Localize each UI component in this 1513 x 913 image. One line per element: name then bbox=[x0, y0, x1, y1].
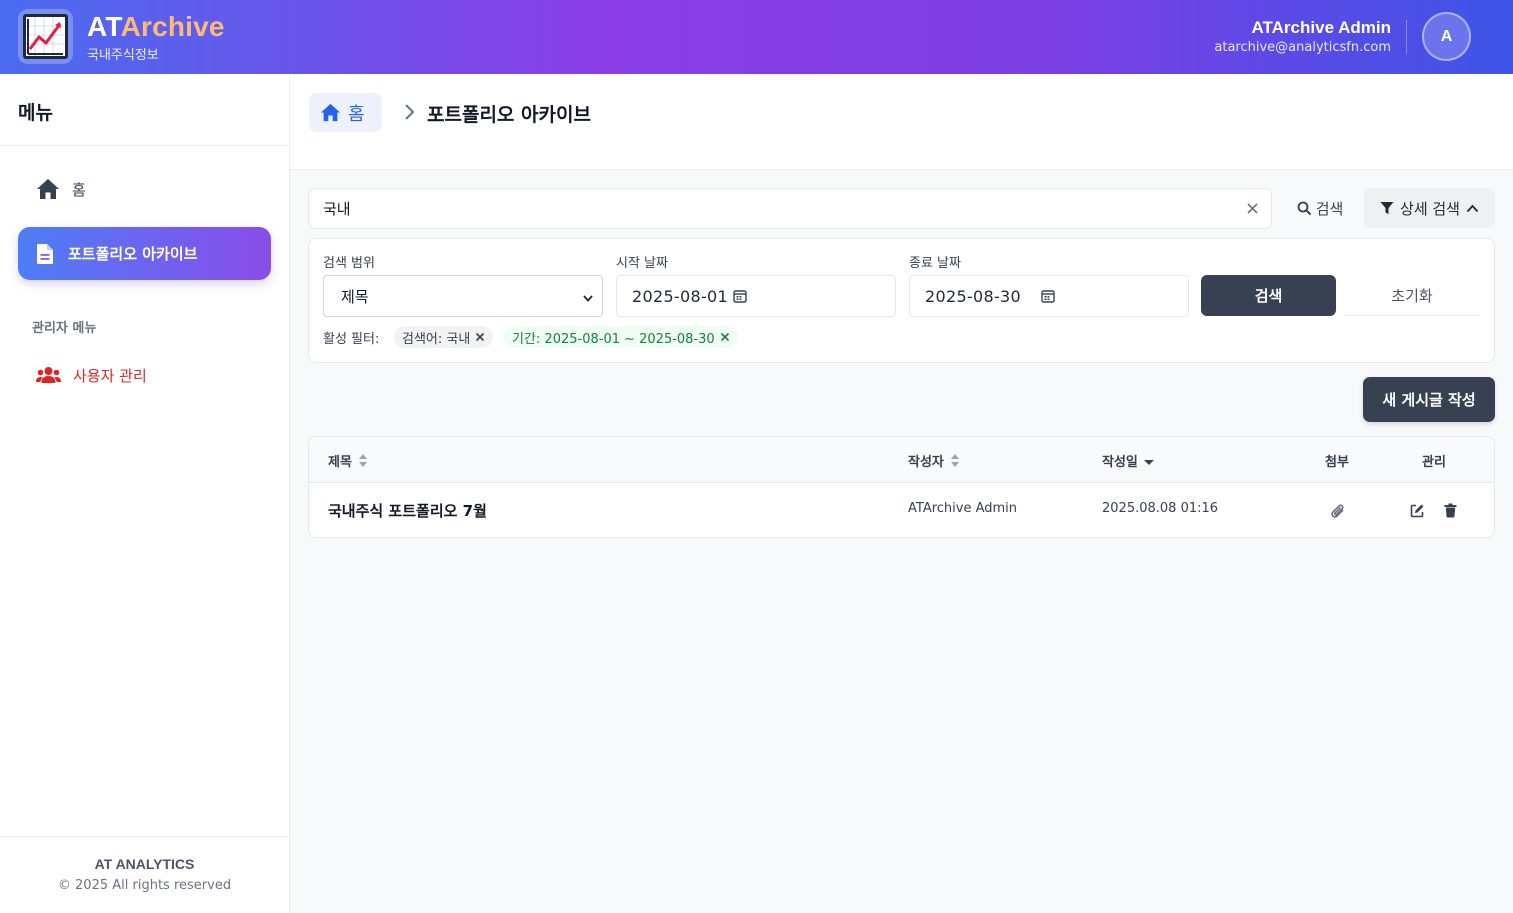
top-header: ATArchive 국내주식정보 ATArchive Admin atarchi… bbox=[0, 0, 1513, 74]
user-info: ATArchive Admin atarchive@analyticsfn.co… bbox=[1214, 18, 1391, 55]
column-header-title[interactable]: 제목 bbox=[328, 451, 368, 470]
filter-chip-keyword: 검색어: 국내 bbox=[394, 326, 494, 348]
sidebar-footer: AT ANALYTICS © 2025 All rights reserved bbox=[0, 836, 289, 913]
sidebar-item-portfolio-archive[interactable]: 포트폴리오 아카이브 bbox=[18, 227, 271, 280]
trash-icon[interactable] bbox=[1444, 503, 1457, 518]
page-title: 포트폴리오 아카이브 bbox=[427, 104, 591, 126]
sidebar-item-home[interactable]: 홈 bbox=[18, 167, 271, 211]
search-input[interactable] bbox=[323, 189, 1223, 228]
sidebar-item-user-management[interactable]: 사용자 관리 bbox=[18, 355, 271, 395]
column-label: 첨부 bbox=[1325, 455, 1349, 470]
admin-menu-heading: 관리자 메뉴 bbox=[32, 321, 97, 336]
start-date-value: 2025-08-01 bbox=[632, 286, 728, 306]
column-header-manage: 관리 bbox=[1422, 451, 1446, 470]
brand-prefix: AT bbox=[87, 11, 121, 42]
chevron-right-icon bbox=[403, 102, 415, 126]
chevron-up-icon bbox=[1466, 204, 1479, 213]
column-header-attachment: 첨부 bbox=[1325, 451, 1349, 470]
sort-icon bbox=[950, 453, 960, 468]
start-date-label: 시작 날짜 bbox=[616, 256, 668, 271]
post-date: 2025.08.08 01:16 bbox=[1102, 501, 1219, 516]
app-logo[interactable] bbox=[18, 9, 73, 64]
filter-chip-period: 기간: 2025-08-01 ~ 2025-08-30 bbox=[504, 326, 738, 348]
users-icon bbox=[36, 366, 61, 384]
filter-chip-label: 기간: 2025-08-01 ~ 2025-08-30 bbox=[512, 331, 715, 347]
breadcrumb: 홈 포트폴리오 아카이브 bbox=[290, 74, 1513, 170]
column-label: 관리 bbox=[1422, 455, 1446, 470]
sidebar-item-label: 홈 bbox=[72, 180, 86, 199]
advanced-search-label: 상세 검색 bbox=[1400, 199, 1460, 218]
document-icon bbox=[36, 243, 54, 265]
scope-select[interactable]: 제목 bbox=[323, 275, 603, 317]
posts-table: 제목 작성자 작성일 첨부 관리 국내주식 포트폴리오 7월 ATArchive… bbox=[308, 436, 1495, 538]
scope-label: 검색 범위 bbox=[323, 256, 375, 271]
home-icon bbox=[320, 103, 341, 122]
filter-panel: 검색 범위 시작 날짜 종료 날짜 제목 2025-08-01 2025-08-… bbox=[308, 238, 1495, 363]
search-field bbox=[308, 188, 1272, 229]
end-date-label: 종료 날짜 bbox=[909, 256, 961, 271]
scope-select-value: 제목 bbox=[341, 287, 369, 306]
column-header-date[interactable]: 작성일 bbox=[1102, 451, 1154, 470]
search-button-label: 검색 bbox=[1315, 199, 1344, 218]
end-date-input[interactable]: 2025-08-30 bbox=[909, 275, 1189, 317]
post-title[interactable]: 국내주식 포트폴리오 7월 bbox=[328, 500, 487, 521]
clear-icon[interactable] bbox=[1244, 200, 1261, 221]
brand: ATArchive 국내주식정보 bbox=[87, 10, 225, 63]
brand-title: ATArchive bbox=[87, 10, 225, 44]
post-author: ATArchive Admin bbox=[908, 501, 1018, 516]
breadcrumb-home-label: 홈 bbox=[348, 103, 365, 125]
close-icon[interactable] bbox=[720, 332, 730, 342]
filter-search-button[interactable]: 검색 bbox=[1201, 275, 1336, 316]
search-icon bbox=[1297, 201, 1312, 216]
sidebar-divider bbox=[0, 145, 289, 146]
new-post-button[interactable]: 새 게시글 작성 bbox=[1363, 377, 1495, 422]
sidebar-item-label: 포트폴리오 아카이브 bbox=[68, 245, 198, 263]
footer-company: AT ANALYTICS bbox=[94, 856, 195, 872]
breadcrumb-home[interactable]: 홈 bbox=[309, 93, 382, 132]
filter-chip-label: 검색어: 국내 bbox=[402, 331, 471, 347]
sort-icon bbox=[358, 453, 368, 468]
start-date-input[interactable]: 2025-08-01 bbox=[616, 275, 896, 317]
header-divider bbox=[1406, 20, 1407, 54]
close-icon[interactable] bbox=[475, 332, 485, 342]
brand-subtitle: 국내주식정보 bbox=[87, 48, 159, 63]
chevron-down-icon bbox=[582, 290, 594, 308]
end-date-value: 2025-08-30 bbox=[925, 286, 1021, 306]
reset-button[interactable]: 초기화 bbox=[1344, 275, 1480, 316]
column-label: 작성자 bbox=[908, 455, 944, 470]
column-label: 제목 bbox=[328, 455, 352, 470]
column-label: 작성일 bbox=[1102, 455, 1138, 470]
user-name: ATArchive Admin bbox=[1251, 18, 1391, 37]
sidebar: 메뉴 홈 포트폴리오 아카이브 관리자 메뉴 사용자 관리 AT ANALYTI… bbox=[0, 74, 290, 913]
table-header: 제목 작성자 작성일 첨부 관리 bbox=[309, 437, 1494, 483]
attachment-icon[interactable] bbox=[1330, 503, 1345, 519]
search-button[interactable]: 검색 bbox=[1286, 188, 1354, 228]
active-filters-label: 활성 필터: bbox=[323, 332, 380, 347]
advanced-search-button[interactable]: 상세 검색 bbox=[1364, 188, 1495, 228]
sidebar-title: 메뉴 bbox=[18, 102, 53, 124]
calendar-icon[interactable] bbox=[733, 289, 747, 303]
calendar-icon[interactable] bbox=[1041, 289, 1055, 303]
footer-copyright: © 2025 All rights reserved bbox=[57, 878, 232, 893]
sort-desc-icon bbox=[1143, 453, 1154, 468]
column-header-author[interactable]: 작성자 bbox=[908, 451, 960, 470]
user-email: atarchive@analyticsfn.com bbox=[1214, 40, 1391, 55]
home-icon bbox=[36, 178, 60, 200]
avatar[interactable]: A bbox=[1422, 12, 1471, 61]
table-row[interactable]: 국내주식 포트폴리오 7월 ATArchive Admin 2025.08.08… bbox=[309, 484, 1494, 537]
edit-icon[interactable] bbox=[1410, 503, 1425, 518]
sidebar-item-label: 사용자 관리 bbox=[73, 366, 147, 385]
filter-icon bbox=[1380, 201, 1394, 215]
brand-accent: Archive bbox=[120, 11, 225, 42]
chart-logo-icon bbox=[23, 14, 68, 59]
